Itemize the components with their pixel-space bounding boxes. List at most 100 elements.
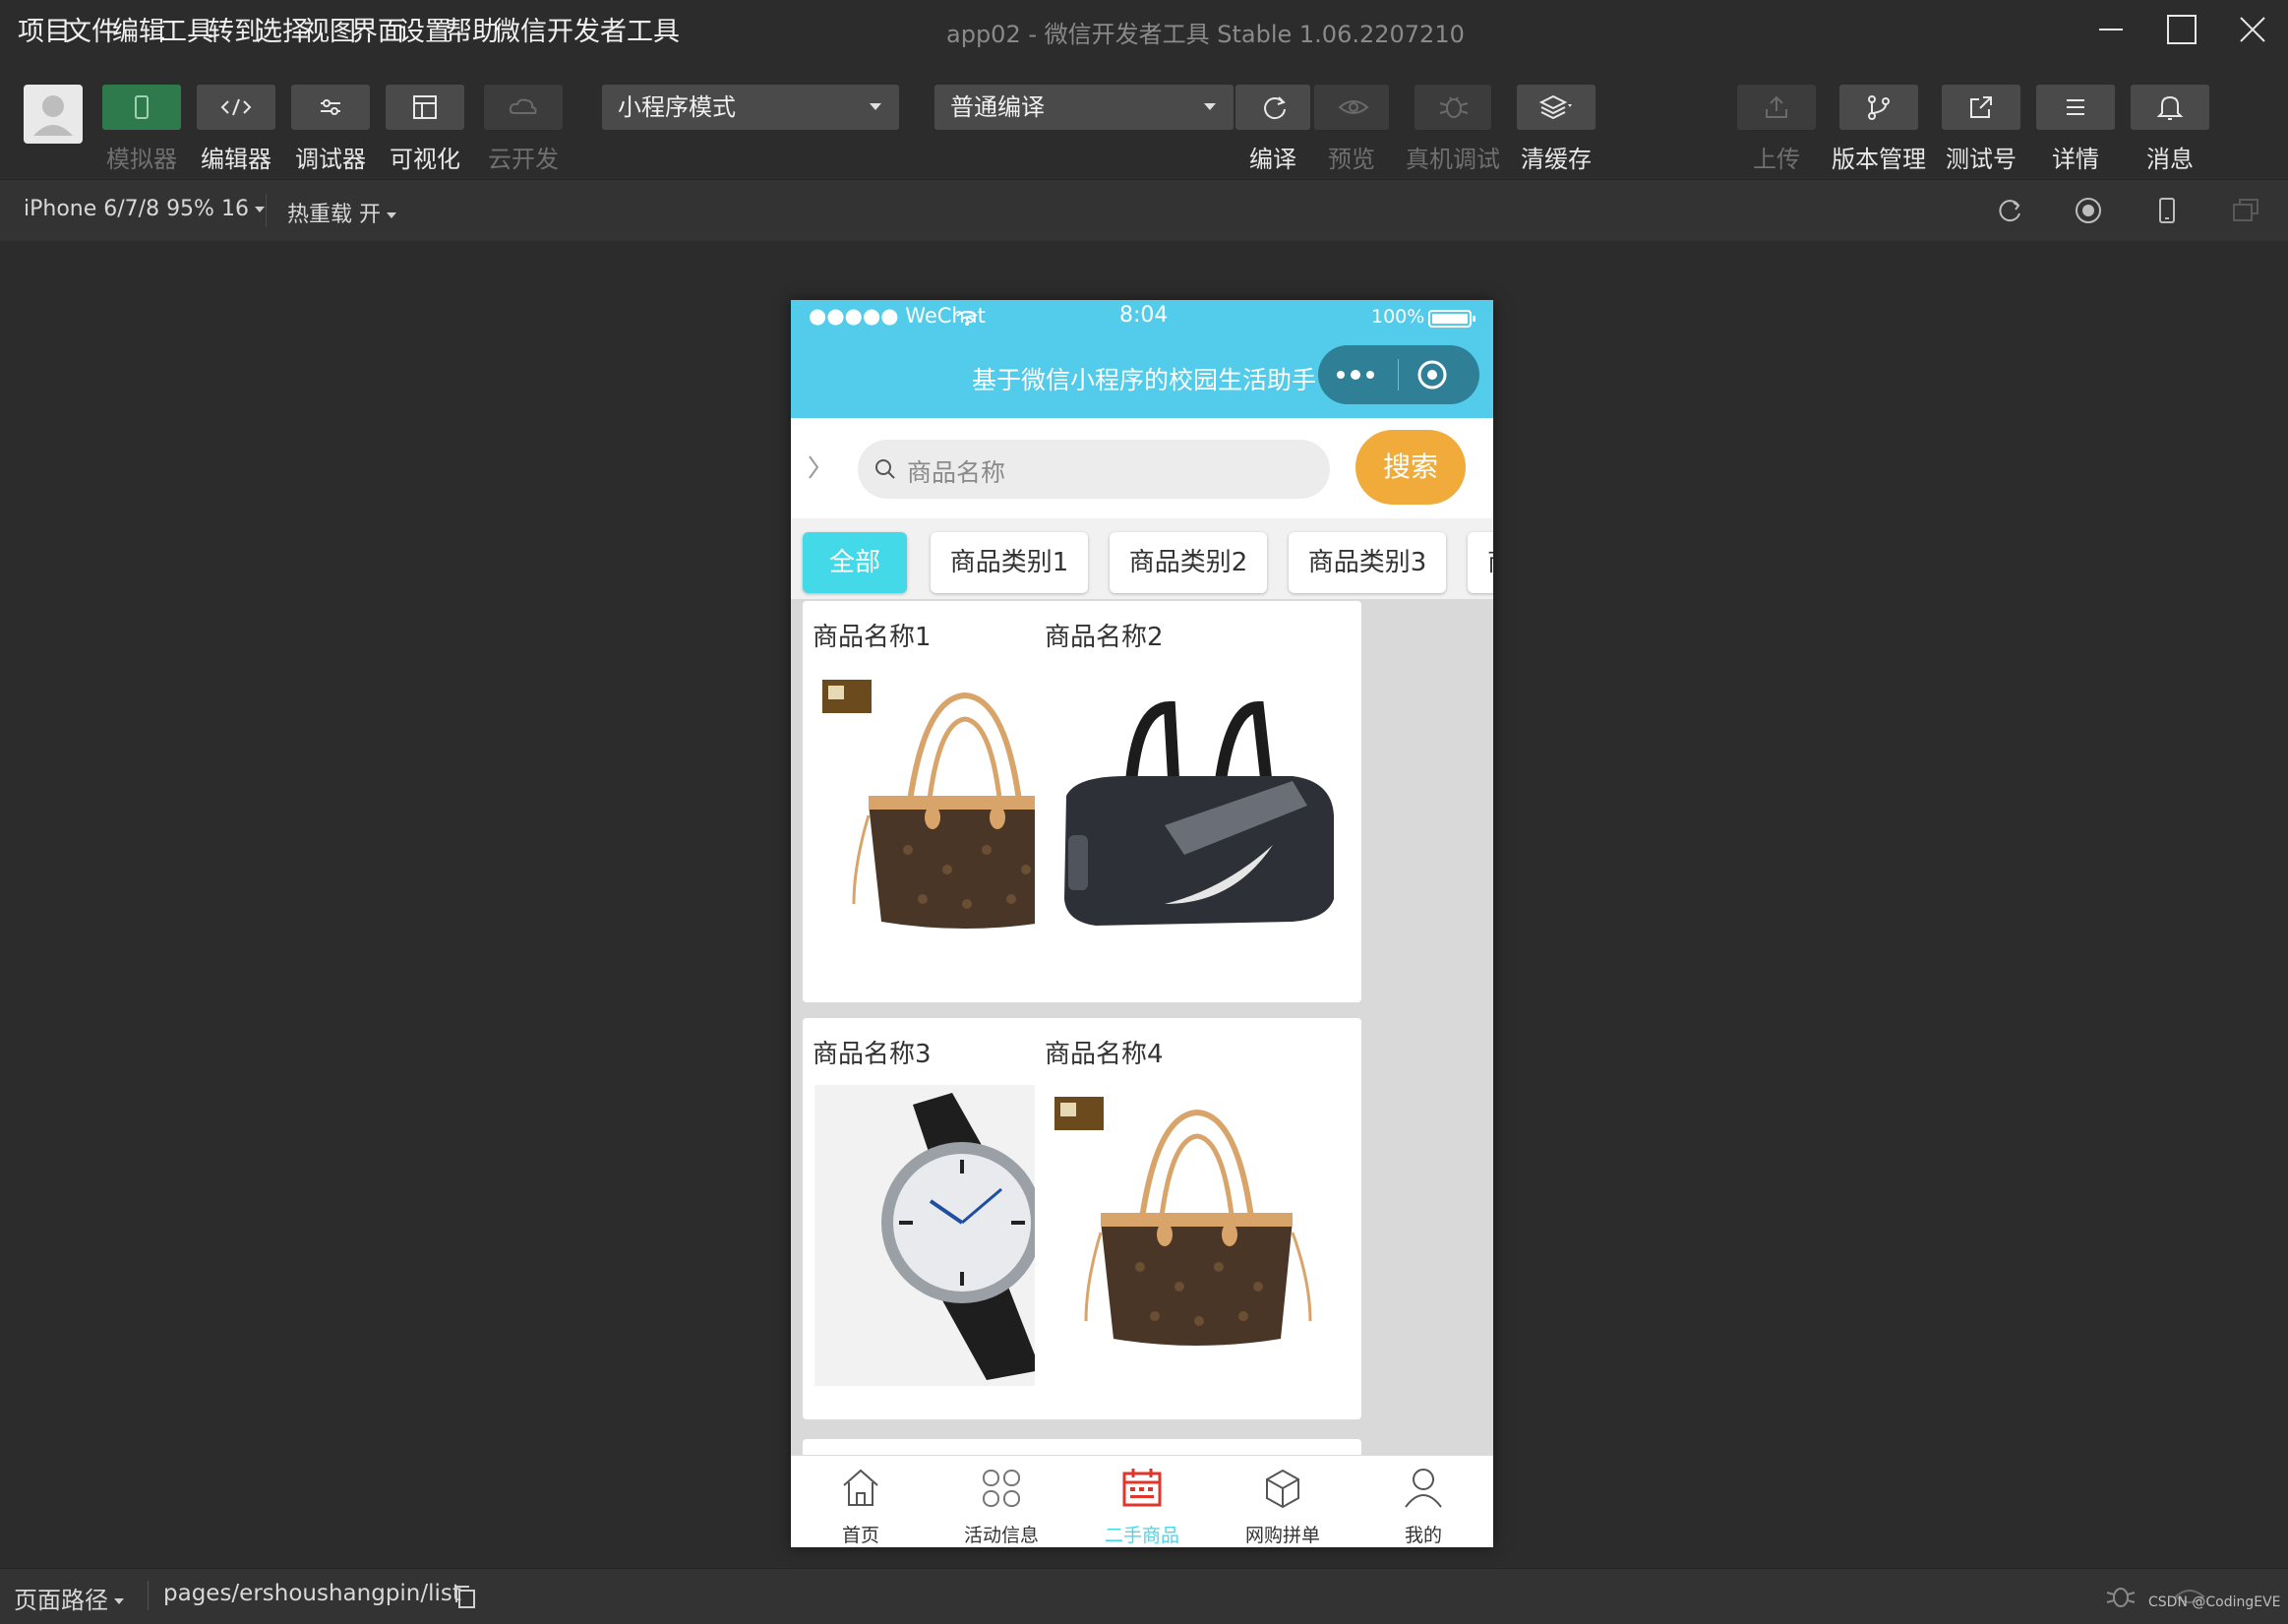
hot-reload-value: 热重载 开 [287,203,381,227]
maximize-button[interactable] [2160,8,2203,51]
copy-icon[interactable] [452,1583,478,1610]
remote-debug-button[interactable] [1415,85,1491,130]
search-button[interactable]: 搜索 [1355,430,1466,505]
home-icon [843,1469,878,1506]
product-name: 商品名称1 [813,623,932,652]
messages-button[interactable] [2131,85,2209,130]
chevron-down-icon [254,207,265,212]
product-card[interactable]: 商品名称4 [1035,1018,1361,1419]
search-placeholder: 商品名称 [907,458,1006,487]
page-path: pages/ershoushangpin/list [163,1581,461,1606]
version-control-label: 版本管理 [1832,146,1926,173]
device-select[interactable]: iPhone 6/7/8 95% 16 [24,197,265,221]
battery-percent: 100% [1371,306,1425,328]
popout-icon[interactable] [2229,194,2262,227]
menu-item-settings[interactable]: 设置 [398,10,452,48]
chevron-right-icon[interactable] [807,453,820,481]
more-icon[interactable] [1332,363,1379,387]
compile-button[interactable] [1235,85,1310,130]
product-name: 商品名称4 [1045,1040,1164,1069]
tabbar-item-home[interactable]: 首页 [791,1456,931,1547]
tab-category-3[interactable]: 商品类别3 [1289,532,1446,593]
product-name: 商品名称3 [813,1040,932,1069]
editor-button[interactable] [197,85,275,130]
category-tabs: 全部 商品类别1 商品类别2 商品类别3 商 [791,518,1493,599]
version-control-button[interactable] [1839,85,1918,130]
page-path-label: 页面路径 [14,1587,108,1614]
upload-label: 上传 [1753,146,1800,173]
tab-category-1[interactable]: 商品类别1 [931,532,1088,593]
battery-icon [1428,310,1475,328]
page-path-select[interactable]: 页面路径 [14,1581,124,1615]
menu-item-tools[interactable]: 工具 [160,10,213,48]
tab-category-2[interactable]: 商品类别2 [1110,532,1267,593]
status-bar: 页面路径 pages/ershoushangpin/list CSDN @Cod… [0,1568,2288,1624]
divider [266,194,267,227]
menu-item-interface[interactable]: 界面 [351,10,404,48]
close-icon [2240,17,2265,42]
product-card[interactable]: 商品名称2 [1035,601,1361,1002]
minimize-button[interactable] [2089,8,2133,51]
cloud-dev-button[interactable] [484,85,563,130]
menu-item-wechat-devtools[interactable]: 微信开发者工具 [494,10,680,48]
minimize-icon [2099,29,2123,30]
chevron-down-icon [1204,103,1216,110]
hot-reload-select[interactable]: 热重载 开 [287,197,396,228]
menu-item-goto[interactable]: 转到 [208,10,261,48]
bug-icon[interactable] [2103,1581,2138,1612]
user-icon [1405,1469,1442,1508]
menu-icon [2067,99,2084,115]
tabbar-label: 网购拼单 [1244,1525,1320,1546]
tabbar-label: 二手商品 [1104,1525,1179,1546]
debugger-button[interactable] [291,85,370,130]
search-icon [875,459,895,479]
menu-item-select[interactable]: 选择 [256,10,309,48]
chevron-down-icon [387,212,396,218]
main-toolbar: 模拟器 编辑器 调试器 可视化 云开发 小程序模式 普通编译 编译 预览 真机调… [0,61,2288,179]
mode-select[interactable]: 小程序模式 [602,85,899,130]
menu-item-view[interactable]: 视图 [303,10,356,48]
watermark: CSDN @CodingEVE [2148,1594,2281,1610]
avatar[interactable] [24,85,83,144]
menu-item-project[interactable]: 项目 [18,10,71,48]
device-icon[interactable] [2150,194,2184,227]
rotate-icon[interactable] [1993,194,2026,227]
details-button[interactable] [2036,85,2115,130]
menu-item-edit[interactable]: 编辑 [112,10,165,48]
tabbar-item-second-hand[interactable]: 二手商品 [1072,1456,1212,1547]
preview-label: 预览 [1328,146,1375,173]
close-miniprogram-icon[interactable] [1415,357,1450,392]
tabbar-item-mine[interactable]: 我的 [1354,1456,1493,1547]
grid-icon [983,1470,1020,1507]
test-account-button[interactable] [1942,85,2020,130]
simulator-button[interactable] [102,85,181,130]
mode-select-value: 小程序模式 [618,93,736,121]
search-input[interactable]: 商品名称 [858,440,1330,499]
tabbar-label: 活动信息 [963,1525,1039,1546]
upload-button[interactable] [1737,85,1816,130]
tabbar-item-group-buy[interactable]: 网购拼单 [1213,1456,1353,1547]
tab-all[interactable]: 全部 [803,532,907,593]
tabbar-item-activities[interactable]: 活动信息 [932,1456,1071,1547]
eye-icon [1338,100,1369,114]
tabbar-label: 我的 [1404,1525,1442,1546]
wifi-icon [956,311,978,326]
upload-icon [1766,95,1787,118]
product-name: 商品名称2 [1045,623,1164,652]
record-icon[interactable] [2072,194,2105,227]
divider [148,1581,149,1610]
tab-category-4[interactable]: 商 [1468,532,1493,593]
code-icon [220,98,252,116]
device-select-value: iPhone 6/7/8 95% 16 [24,197,249,221]
clear-cache-button[interactable] [1517,85,1596,130]
box-icon [1266,1469,1299,1509]
menu-item-file[interactable]: 文件 [65,10,118,48]
menu-item-help[interactable]: 帮助 [446,10,499,48]
handbag-image [1054,1097,1312,1346]
calendar-icon [1122,1469,1162,1507]
visual-button[interactable] [386,85,464,130]
page-title: 基于微信小程序的校园生活助手 [972,366,1317,394]
compile-select[interactable]: 普通编译 [934,85,1234,130]
close-button[interactable] [2231,8,2274,51]
preview-button[interactable] [1314,85,1389,130]
